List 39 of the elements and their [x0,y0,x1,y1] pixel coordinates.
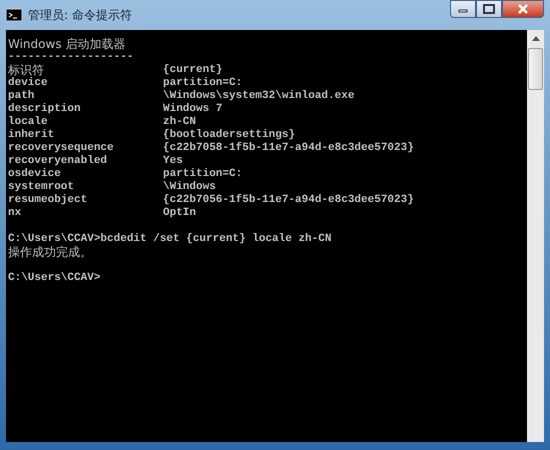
console-line: C:\Users\CCAV>bcdedit /set {current} locale zh-CN [8,233,332,245]
entry-value: \Windows\system32\winload.exe [163,90,356,103]
entry-value: \Windows [163,181,217,194]
scrollbar[interactable] [527,30,544,442]
console-icon [6,9,22,21]
entry-value: OptIn [163,207,198,220]
entry-key: device [8,77,163,90]
entry-key: inherit [8,129,163,142]
entry-key: recoverysequence [8,142,163,155]
entry-key: systemroot [8,181,163,194]
entry-key: description [8,103,163,116]
entry-value: {c22b7058-1f5b-11e7-a94d-e8c3dee57023} [163,142,415,155]
scrollbar-thumb[interactable] [528,48,543,90]
entry-key: resumeobject [8,194,163,207]
entry-value: partition=C: [163,77,244,90]
console-heading: Windows 启动加载器 [8,37,126,51]
maximize-icon [483,4,495,14]
scroll-up-icon[interactable] [532,36,540,41]
console-line: 操作成功完成。 [8,245,92,259]
entry-value: {bootloadersettings} [163,129,296,142]
entry-key: recoveryenabled [8,155,163,168]
entry-key: path [8,90,163,103]
entry-value: zh-CN [163,116,198,129]
entry-value: partition=C: [163,168,244,181]
close-button[interactable] [502,0,544,18]
close-icon [518,4,528,14]
entry-value: {current} [163,64,224,77]
entry-key: osdevice [8,168,163,181]
console-separator: ------------------- [8,51,134,63]
maximize-button[interactable] [476,0,502,18]
console-line: C:\Users\CCAV> [8,272,100,284]
entry-value: Windows 7 [163,103,224,116]
minimize-button[interactable] [450,0,476,18]
entry-value: Yes [163,155,184,168]
window-title: 管理员: 命令提示符 [28,6,133,24]
entry-key: nx [8,207,163,220]
entry-key: locale [8,116,163,129]
entry-key: 标识符 [8,64,163,77]
entry-value: {c22b7056-1f5b-11e7-a94d-e8c3dee57023} [163,194,415,207]
